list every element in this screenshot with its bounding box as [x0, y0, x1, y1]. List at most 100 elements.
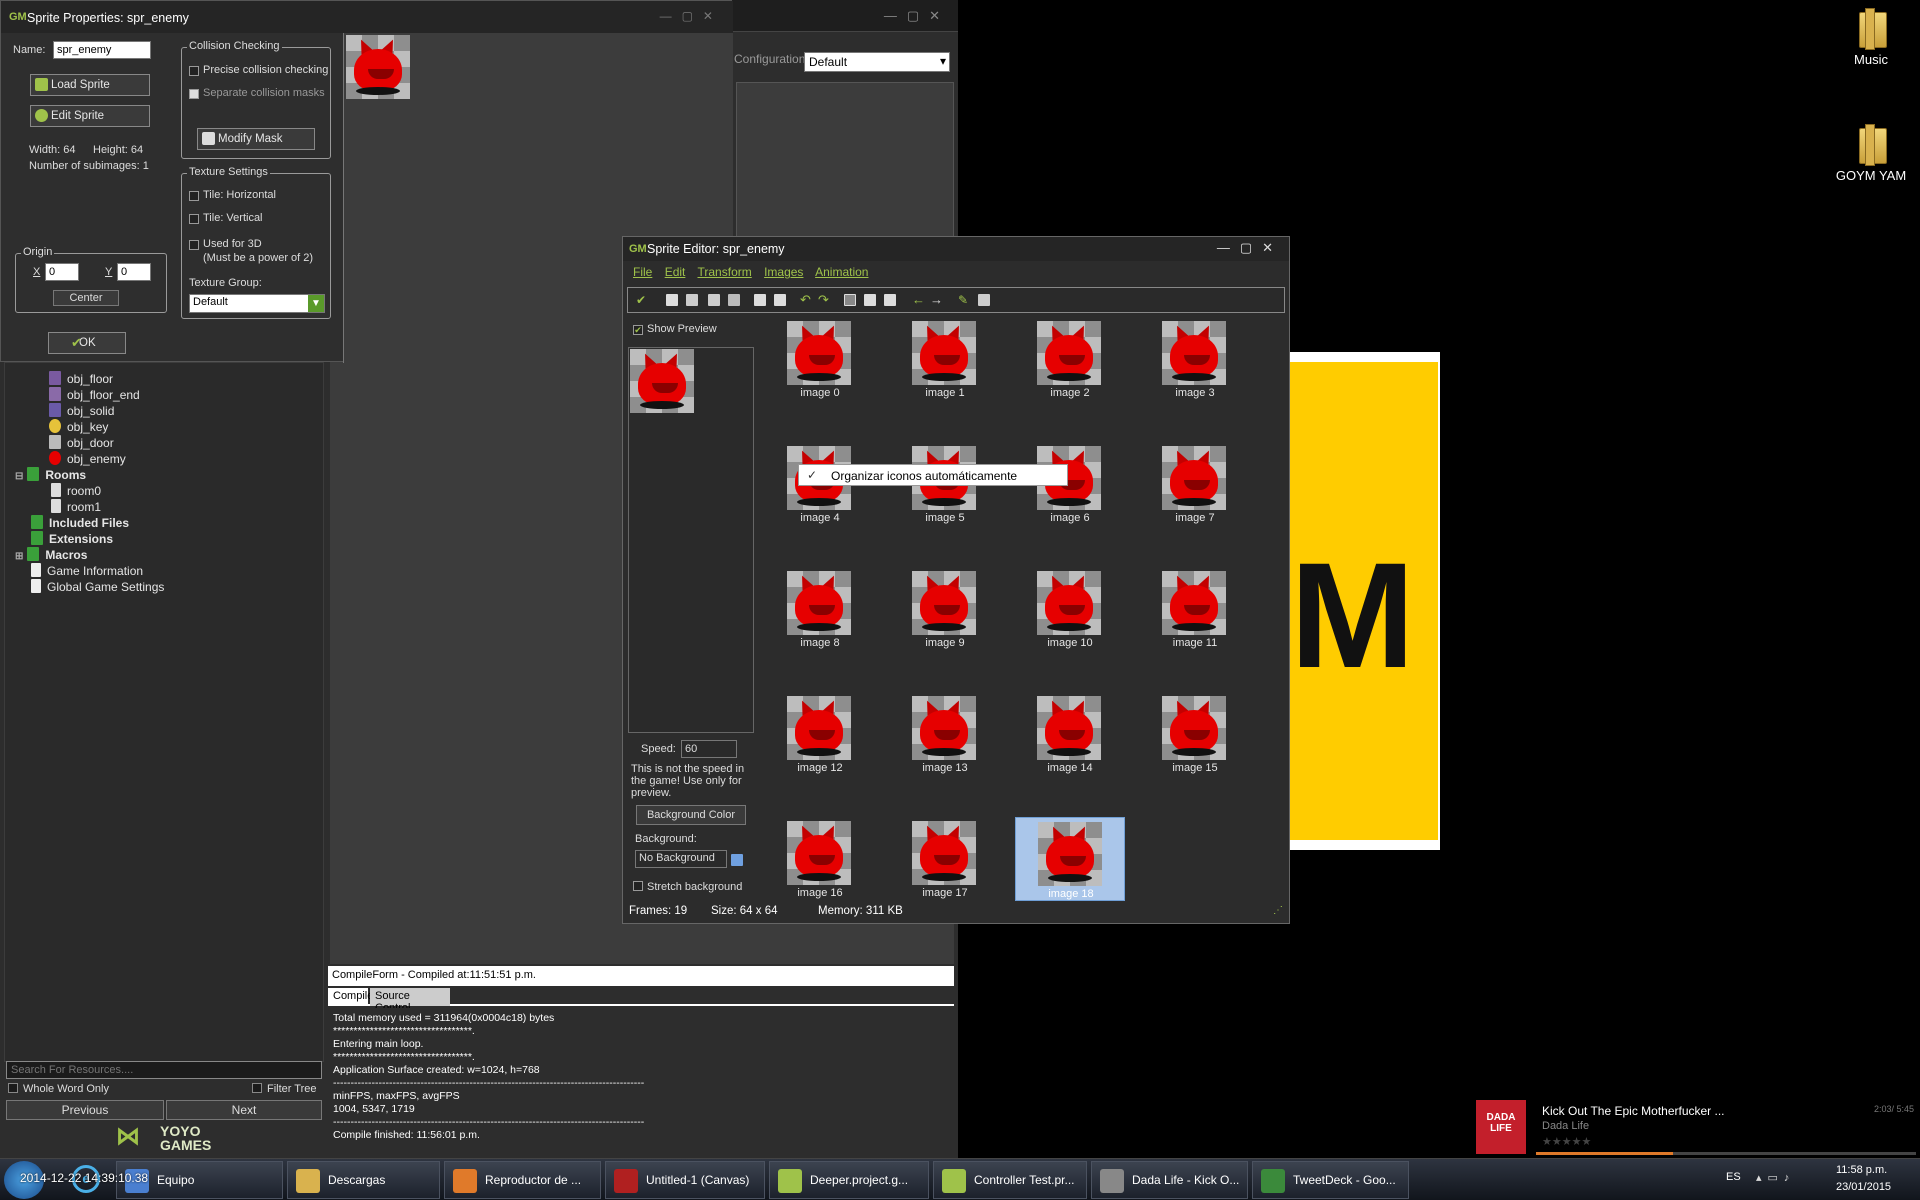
subimage-cell[interactable]: image 0: [765, 317, 875, 401]
load-sprite-button[interactable]: Load Sprite: [30, 74, 150, 96]
edit-sprite-button[interactable]: Edit Sprite: [30, 105, 150, 127]
open-strip-icon[interactable]: [708, 294, 720, 306]
tray-icons[interactable]: ▴▭♪: [1756, 1171, 1795, 1184]
tree-item[interactable]: obj_solid: [49, 403, 114, 419]
desktop-icon-goym-yam[interactable]: GOYM YAM: [1826, 124, 1916, 183]
tree-item[interactable]: Game Information: [31, 563, 143, 579]
image-editor-icon[interactable]: [978, 294, 990, 306]
tree-item[interactable]: obj_enemy: [49, 451, 126, 467]
previous-button[interactable]: Previous: [6, 1100, 164, 1120]
menu-edit[interactable]: Edit: [665, 265, 686, 279]
taskbar-item[interactable]: TweetDeck - Goo...: [1252, 1161, 1409, 1199]
resource-search-input[interactable]: [6, 1061, 322, 1079]
context-menu-item[interactable]: ✓ Organizar iconos automáticamente: [798, 464, 1068, 486]
add-from-file-icon[interactable]: [774, 294, 786, 306]
track-progress-bar[interactable]: [1536, 1152, 1916, 1155]
menu-animation[interactable]: Animation: [815, 265, 868, 279]
next-button[interactable]: Next: [166, 1100, 322, 1120]
taskbar-item[interactable]: Dada Life - Kick O...: [1091, 1161, 1248, 1199]
tab-compile[interactable]: Compile: [328, 988, 373, 1006]
sprite-name-input[interactable]: [53, 41, 151, 59]
subimage-cell[interactable]: image 15: [1140, 692, 1250, 776]
subimage-cell[interactable]: image 12: [765, 692, 875, 776]
arrow-left-icon[interactable]: ←: [912, 293, 925, 306]
taskbar-item[interactable]: Controller Test.pr...: [933, 1161, 1087, 1199]
menu-transform[interactable]: Transform: [698, 265, 752, 279]
subimage-cell[interactable]: image 16: [765, 817, 875, 901]
modify-mask-button[interactable]: Modify Mask: [197, 128, 315, 150]
origin-x-input[interactable]: [45, 263, 79, 281]
taskbar-item[interactable]: Descargas: [287, 1161, 440, 1199]
window-controls[interactable]: —▢✕: [660, 9, 723, 23]
expand-icon[interactable]: ⊞: [15, 551, 23, 562]
whole-word-checkbox[interactable]: [8, 1083, 18, 1093]
taskbar-item[interactable]: Reproductor de ...: [444, 1161, 601, 1199]
confirm-icon[interactable]: ✔: [636, 294, 648, 306]
arrow-right-icon[interactable]: →: [930, 293, 943, 306]
subimage-cell[interactable]: image 13: [890, 692, 1000, 776]
language-indicator[interactable]: ES: [1726, 1171, 1741, 1183]
tree-item[interactable]: room1: [51, 499, 101, 515]
tab-source-control[interactable]: Source Control: [370, 988, 450, 1014]
stretch-background-checkbox[interactable]: [633, 881, 643, 891]
subimage-cell[interactable]: image 18: [1015, 817, 1125, 901]
collapse-icon[interactable]: ⊟: [15, 471, 23, 482]
create-from-file-icon[interactable]: [754, 294, 766, 306]
yellow-poster-window[interactable]: M: [1290, 352, 1440, 850]
cut-icon[interactable]: [844, 294, 856, 306]
resize-grip-icon[interactable]: ⋰: [1273, 905, 1283, 916]
subimage-cell[interactable]: image 17: [890, 817, 1000, 901]
subimage-cell[interactable]: image 9: [890, 567, 1000, 651]
tree-item[interactable]: obj_door: [49, 435, 114, 451]
media-player-widget[interactable]: DADA LIFE Kick Out The Epic Motherfucker …: [1476, 1098, 1920, 1158]
subimage-cell[interactable]: image 3: [1140, 317, 1250, 401]
tree-folder[interactable]: ⊞ Macros: [15, 547, 87, 563]
tree-item[interactable]: obj_floor_end: [49, 387, 140, 403]
filter-tree-checkbox[interactable]: [252, 1083, 262, 1093]
rating-stars[interactable]: ★★★★★: [1542, 1135, 1591, 1148]
subimage-cell[interactable]: image 2: [1015, 317, 1125, 401]
precise-collision-checkbox[interactable]: [189, 66, 199, 76]
clock-time[interactable]: 11:58 p.m.: [1836, 1164, 1887, 1176]
open-icon[interactable]: [686, 294, 698, 306]
subimage-cell[interactable]: image 1: [890, 317, 1000, 401]
window-controls[interactable]: —▢✕: [1217, 240, 1283, 256]
whole-word-option[interactable]: Whole Word Only: [8, 1083, 109, 1095]
redo-icon[interactable]: ↷: [818, 293, 830, 306]
ok-button[interactable]: ✔ OK: [48, 332, 126, 354]
subimage-cell[interactable]: image 14: [1015, 692, 1125, 776]
tree-item[interactable]: Global Game Settings: [31, 579, 164, 595]
tree-folder[interactable]: Extensions: [31, 531, 113, 547]
show-preview-checkbox[interactable]: ✔: [633, 325, 643, 335]
desktop-icon-music[interactable]: Music: [1826, 8, 1916, 67]
clock-date[interactable]: 23/01/2015: [1836, 1181, 1891, 1193]
subimage-cell[interactable]: image 10: [1015, 567, 1125, 651]
resource-tree[interactable]: obj_floor obj_floor_end obj_solid obj_ke…: [4, 362, 324, 1062]
tile-horizontal-checkbox[interactable]: [189, 191, 199, 201]
menu-file[interactable]: File: [633, 265, 652, 279]
subimage-cell[interactable]: image 7: [1140, 442, 1250, 526]
background-selector[interactable]: No Background: [635, 850, 727, 868]
subimage-cell[interactable]: image 8: [765, 567, 875, 651]
new-icon[interactable]: [666, 294, 678, 306]
tree-item[interactable]: obj_floor: [49, 371, 113, 387]
tree-item[interactable]: room0: [51, 483, 101, 499]
filter-tree-option[interactable]: Filter Tree: [252, 1083, 317, 1095]
dropdown-arrow-icon[interactable]: ▼: [308, 295, 324, 312]
show-preview-option[interactable]: ✔ Show Preview: [633, 323, 717, 335]
save-icon[interactable]: [728, 294, 740, 306]
separate-masks-checkbox[interactable]: [189, 89, 199, 99]
origin-y-input[interactable]: [117, 263, 151, 281]
configuration-selector[interactable]: Configuration: Default: [734, 52, 954, 74]
configuration-dropdown[interactable]: Default: [804, 52, 950, 72]
background-picker-icon[interactable]: [731, 854, 743, 866]
menu-images[interactable]: Images: [764, 265, 803, 279]
taskbar-item[interactable]: Deeper.project.g...: [769, 1161, 929, 1199]
speed-input[interactable]: [681, 740, 737, 758]
paste-icon[interactable]: [884, 294, 896, 306]
background-color-button[interactable]: Background Color: [636, 805, 746, 825]
stretch-background-option[interactable]: Stretch background: [633, 881, 742, 893]
pencil-icon[interactable]: ✎: [958, 294, 970, 306]
undo-icon[interactable]: ↶: [800, 293, 812, 306]
copy-icon[interactable]: [864, 294, 876, 306]
